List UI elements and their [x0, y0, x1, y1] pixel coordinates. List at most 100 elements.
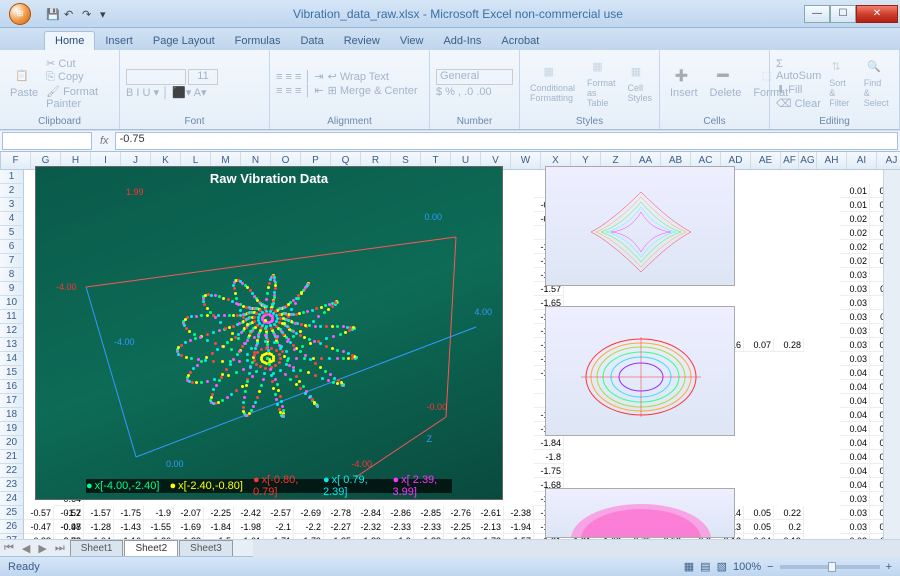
col-header[interactable]: AF: [781, 152, 799, 169]
cell[interactable]: -1.84: [204, 520, 234, 534]
col-header[interactable]: AH: [817, 152, 847, 169]
zoom-out[interactable]: −: [767, 561, 773, 573]
zoom-level[interactable]: 100%: [733, 561, 761, 573]
cell[interactable]: 0.05: [744, 520, 774, 534]
view-normal-icon[interactable]: ▦: [684, 560, 694, 573]
mini-chart-3[interactable]: [545, 488, 735, 538]
format-as-table[interactable]: ▦Format as Table: [583, 58, 620, 110]
minimize-button[interactable]: —: [804, 5, 830, 23]
name-box[interactable]: [2, 132, 92, 150]
cell[interactable]: -1.61: [234, 534, 264, 539]
tab-page-layout[interactable]: Page Layout: [143, 32, 225, 50]
cell[interactable]: -1.5: [204, 534, 234, 539]
row-header[interactable]: 17: [0, 394, 24, 408]
cell[interactable]: -1.85: [324, 534, 354, 539]
cell[interactable]: -1.04: [84, 534, 114, 539]
cell[interactable]: 0.01: [840, 184, 870, 198]
cell[interactable]: 0.01: [840, 198, 870, 212]
copy-button[interactable]: ⎘ Copy: [46, 71, 113, 84]
formula-input[interactable]: -0.75: [115, 132, 898, 150]
cell[interactable]: -1.16: [114, 534, 144, 539]
cell[interactable]: -2.86: [384, 506, 414, 520]
cell[interactable]: -1.89: [354, 534, 384, 539]
cell[interactable]: 0.04: [840, 436, 870, 450]
cell[interactable]: -1.82: [444, 534, 474, 539]
row-header[interactable]: 15: [0, 366, 24, 380]
cell[interactable]: 0.04: [840, 394, 870, 408]
cell[interactable]: -1.94: [504, 520, 534, 534]
col-header[interactable]: AE: [751, 152, 781, 169]
worksheet-grid[interactable]: FGHIJKLMNOPQRSTUVWXYZAAABACADAEAFAGAHAIA…: [0, 152, 900, 539]
tab-acrobat[interactable]: Acrobat: [491, 32, 549, 50]
cell[interactable]: 0.04: [840, 380, 870, 394]
row-header[interactable]: 19: [0, 422, 24, 436]
cell[interactable]: -1.88: [414, 534, 444, 539]
undo-icon[interactable]: ↶: [64, 8, 76, 20]
row-header[interactable]: 22: [0, 464, 24, 478]
cell[interactable]: -1.75: [114, 506, 144, 520]
cell[interactable]: -1.75: [534, 464, 564, 478]
cell[interactable]: 0.03: [840, 282, 870, 296]
tab-insert[interactable]: Insert: [95, 32, 143, 50]
row-header[interactable]: 26: [0, 520, 24, 534]
qat-more-icon[interactable]: ▾: [100, 8, 112, 20]
sheet-nav-next[interactable]: ▶: [34, 542, 50, 555]
tab-home[interactable]: Home: [44, 31, 95, 50]
mini-chart-2[interactable]: [545, 306, 735, 436]
cell[interactable]: 0.03: [840, 520, 870, 534]
conditional-formatting[interactable]: ▦Conditional Formatting: [526, 63, 579, 105]
cell[interactable]: -2.25: [444, 520, 474, 534]
cell[interactable]: 0.07: [744, 338, 774, 352]
cell[interactable]: 0.04: [744, 534, 774, 539]
cell[interactable]: 0.04: [840, 366, 870, 380]
tab-view[interactable]: View: [390, 32, 434, 50]
col-header[interactable]: W: [511, 152, 541, 169]
cell[interactable]: 0.02: [840, 212, 870, 226]
cell[interactable]: 0.04: [840, 422, 870, 436]
sheet-tab-2[interactable]: Sheet2: [124, 540, 178, 556]
view-break-icon[interactable]: ▧: [717, 560, 727, 573]
cell[interactable]: -1.43: [114, 520, 144, 534]
paste-button[interactable]: 📋Paste: [6, 67, 42, 101]
row-header[interactable]: 20: [0, 436, 24, 450]
cell[interactable]: 0.04: [840, 408, 870, 422]
cell[interactable]: -1.9: [384, 534, 414, 539]
cell[interactable]: 0.19: [774, 534, 804, 539]
cut-button[interactable]: ✂ Cut: [46, 57, 113, 70]
row-header[interactable]: 6: [0, 240, 24, 254]
cell[interactable]: -1.28: [84, 520, 114, 534]
col-header[interactable]: AG: [799, 152, 817, 169]
row-header[interactable]: 24: [0, 492, 24, 506]
tab-formulas[interactable]: Formulas: [225, 32, 291, 50]
cell[interactable]: -2.33: [384, 520, 414, 534]
row-header[interactable]: 1: [0, 170, 24, 184]
cell[interactable]: -1.71: [264, 534, 294, 539]
cell[interactable]: -2.27: [324, 520, 354, 534]
tab-data[interactable]: Data: [290, 32, 333, 50]
row-header[interactable]: 9: [0, 282, 24, 296]
cell[interactable]: -1.8: [534, 450, 564, 464]
maximize-button[interactable]: ☐: [830, 5, 856, 23]
wrap-text-button[interactable]: ↩ Wrap Text: [328, 70, 418, 83]
cell[interactable]: 0.03: [840, 534, 870, 539]
cell[interactable]: -1.79: [294, 534, 324, 539]
cell[interactable]: -2.2: [294, 520, 324, 534]
cell[interactable]: -0.79: [54, 534, 84, 539]
redo-icon[interactable]: ↷: [82, 8, 94, 20]
cell[interactable]: -1.57: [504, 534, 534, 539]
fx-icon[interactable]: fx: [94, 135, 115, 147]
tab-addins[interactable]: Add-Ins: [433, 32, 491, 50]
cell[interactable]: -0.57: [24, 506, 54, 520]
sheet-tab-3[interactable]: Sheet3: [179, 540, 233, 556]
office-button[interactable]: ⊞: [0, 0, 40, 28]
row-header[interactable]: 11: [0, 310, 24, 324]
cell[interactable]: 0.05: [744, 506, 774, 520]
row-header[interactable]: 5: [0, 226, 24, 240]
cell[interactable]: -2.78: [324, 506, 354, 520]
cell[interactable]: -1.57: [84, 506, 114, 520]
cell[interactable]: 0.03: [840, 506, 870, 520]
cell[interactable]: 0.03: [840, 492, 870, 506]
cell[interactable]: -2.33: [414, 520, 444, 534]
cell[interactable]: 0.04: [840, 464, 870, 478]
row-header[interactable]: 23: [0, 478, 24, 492]
